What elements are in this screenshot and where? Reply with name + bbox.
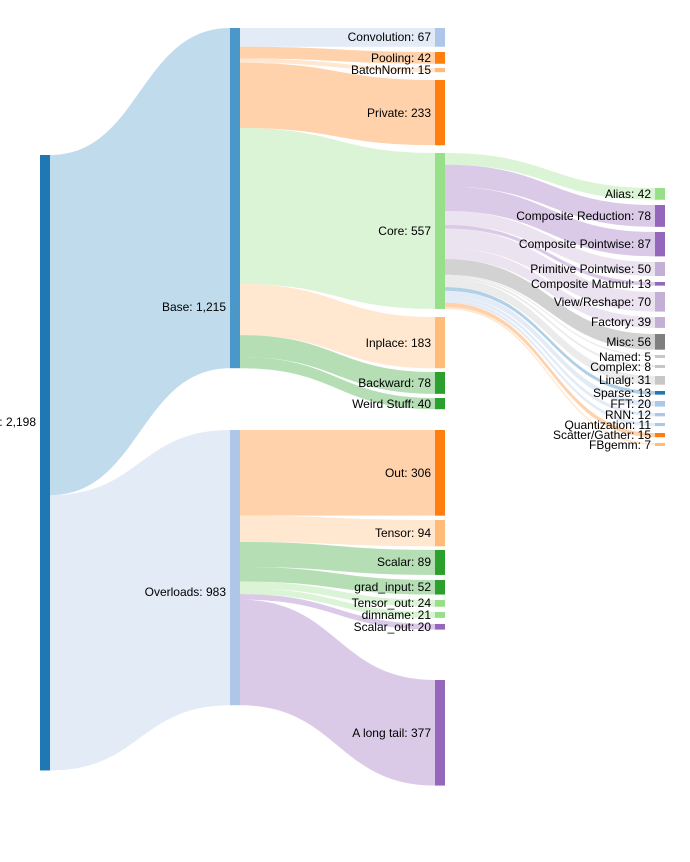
sankey-node-longtail[interactable] (435, 680, 445, 786)
sankey-node-convolution[interactable] (435, 28, 445, 47)
sankey-node-batchnorm[interactable] (435, 68, 445, 72)
label-inplace: Inplace: 183 (366, 336, 431, 350)
label-overloads: Overloads: 983 (145, 585, 226, 599)
sankey-node-private[interactable] (435, 80, 445, 145)
label-backward: Backward: 78 (358, 376, 431, 390)
label-comppointwise: Composite Pointwise: 87 (519, 237, 651, 251)
sankey-node-fbgemm[interactable] (655, 443, 665, 446)
label-out: Out: 306 (385, 466, 431, 480)
sankey-node-viewreshape[interactable] (655, 292, 665, 312)
label-base: Base: 1,215 (162, 300, 226, 314)
sankey-node-total[interactable] (40, 155, 50, 770)
sankey-node-base[interactable] (230, 28, 240, 368)
sankey-node-inplace[interactable] (435, 317, 445, 368)
sankey-node-comppointwise[interactable] (655, 232, 665, 256)
sankey-node-pooling[interactable] (435, 52, 445, 64)
label-weirdstuff: Weird Stuff: 40 (352, 397, 431, 411)
sankey-chart: Total: 2,198Base: 1,215Overloads: 983Con… (20, 20, 670, 842)
sankey-node-scattergather[interactable] (655, 433, 665, 437)
label-complex: Complex: 8 (590, 360, 651, 374)
sankey-node-quantization[interactable] (655, 423, 665, 426)
label-total: Total: 2,198 (0, 415, 36, 429)
sankey-node-fft[interactable] (655, 401, 665, 407)
sankey-node-backward[interactable] (435, 372, 445, 394)
sankey-node-rnn[interactable] (655, 413, 665, 416)
sankey-link-base-core[interactable] (240, 128, 435, 309)
label-compmatmul: Composite Matmul: 13 (531, 277, 651, 291)
label-batchnorm: BatchNorm: 15 (351, 63, 431, 77)
label-alias: Alias: 42 (605, 187, 651, 201)
sankey-node-linalg[interactable] (655, 376, 665, 385)
label-core: Core: 557 (378, 224, 431, 238)
sankey-node-complex[interactable] (655, 365, 665, 368)
label-scalarout: Scalar_out: 20 (354, 620, 431, 634)
label-convolution: Convolution: 67 (348, 30, 431, 44)
sankey-node-out[interactable] (435, 430, 445, 516)
sankey-node-alias[interactable] (655, 188, 665, 200)
label-viewreshape: View/Reshape: 70 (554, 295, 651, 309)
label-scalar: Scalar: 89 (377, 555, 431, 569)
label-factory: Factory: 39 (591, 315, 651, 329)
sankey-node-overloads[interactable] (230, 430, 240, 705)
label-gradinput: grad_input: 52 (354, 580, 431, 594)
label-primpointwise: Primitive Pointwise: 50 (530, 262, 651, 276)
sankey-node-compmatmul[interactable] (655, 282, 665, 286)
sankey-node-tensorout[interactable] (435, 600, 445, 607)
sankey-link-total-base[interactable] (50, 28, 230, 495)
sankey-node-gradinput[interactable] (435, 580, 445, 595)
sankey-node-factory[interactable] (655, 317, 665, 328)
sankey-node-scalar[interactable] (435, 550, 445, 575)
sankey-node-dimname[interactable] (435, 612, 445, 618)
label-private: Private: 233 (367, 106, 431, 120)
sankey-node-primpointwise[interactable] (655, 262, 665, 276)
sankey-node-misc[interactable] (655, 334, 665, 350)
sankey-node-compreduction[interactable] (655, 205, 665, 227)
sankey-node-weirdstuff[interactable] (435, 398, 445, 409)
label-tensor: Tensor: 94 (375, 526, 431, 540)
label-fbgemm: FBgemm: 7 (589, 438, 651, 452)
label-misc: Misc: 56 (606, 335, 651, 349)
sankey-node-named[interactable] (655, 355, 665, 358)
sankey-node-scalarout[interactable] (435, 624, 445, 630)
label-longtail: A long tail: 377 (352, 726, 431, 740)
sankey-node-sparse[interactable] (655, 391, 665, 395)
label-compreduction: Composite Reduction: 78 (516, 209, 651, 223)
sankey-node-core[interactable] (435, 153, 445, 309)
sankey-node-tensor[interactable] (435, 520, 445, 546)
